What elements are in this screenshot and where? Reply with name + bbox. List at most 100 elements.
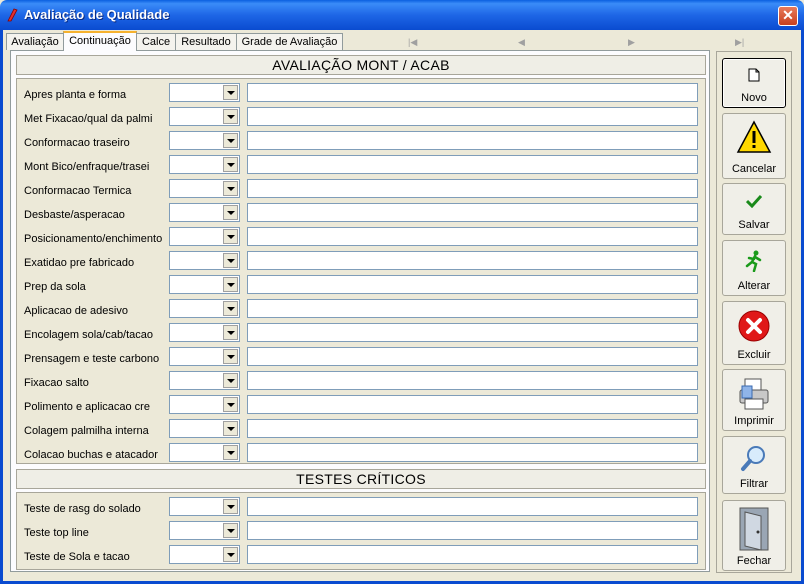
- imprimir-button[interactable]: Imprimir: [722, 369, 786, 431]
- observation-input[interactable]: [247, 155, 698, 174]
- observation-input[interactable]: [247, 179, 698, 198]
- form-row: Apres planta e forma: [17, 83, 705, 105]
- observation-input[interactable]: [247, 371, 698, 390]
- fechar-label: Fechar: [736, 555, 772, 567]
- grade-select[interactable]: [169, 419, 240, 438]
- chevron-down-icon[interactable]: [223, 499, 238, 514]
- chevron-down-icon[interactable]: [223, 133, 238, 148]
- observation-input[interactable]: [247, 545, 698, 564]
- filtrar-label: Filtrar: [739, 478, 769, 490]
- row-label: Encolagem sola/cab/tacao: [24, 329, 154, 341]
- delete-icon: [738, 310, 770, 342]
- app-icon: [7, 8, 18, 22]
- grade-select[interactable]: [169, 203, 240, 222]
- observation-input[interactable]: [247, 497, 698, 516]
- row-label: Desbaste/asperacao: [24, 209, 125, 221]
- grade-select[interactable]: [169, 275, 240, 294]
- chevron-down-icon[interactable]: [223, 181, 238, 196]
- observation-input[interactable]: [247, 443, 698, 462]
- chevron-down-icon[interactable]: [223, 547, 238, 562]
- chevron-down-icon[interactable]: [223, 229, 238, 244]
- chevron-down-icon[interactable]: [223, 397, 238, 412]
- novo-button[interactable]: Novo: [722, 58, 786, 108]
- grade-select[interactable]: [169, 395, 240, 414]
- grade-select[interactable]: [169, 497, 240, 516]
- row-label: Conformacao traseiro: [24, 137, 130, 149]
- observation-input[interactable]: [247, 107, 698, 126]
- observation-input[interactable]: [247, 323, 698, 342]
- cancelar-label: Cancelar: [731, 163, 777, 175]
- chevron-down-icon[interactable]: [223, 253, 238, 268]
- chevron-down-icon[interactable]: [223, 85, 238, 100]
- grade-select[interactable]: [169, 371, 240, 390]
- observation-input[interactable]: [247, 521, 698, 540]
- form-row: Teste de Sola e tacao: [17, 545, 705, 567]
- chevron-down-icon[interactable]: [223, 445, 238, 460]
- tab-avaliacao[interactable]: Avaliação: [6, 33, 64, 50]
- tab-grade-de-avaliacao[interactable]: Grade de Avaliação: [236, 33, 343, 50]
- grade-select[interactable]: [169, 347, 240, 366]
- grade-select[interactable]: [169, 227, 240, 246]
- form-row: Colacao buchas e atacador: [17, 443, 705, 465]
- last-record-icon[interactable]: ▶|: [735, 37, 745, 47]
- observation-input[interactable]: [247, 83, 698, 102]
- grade-select[interactable]: [169, 323, 240, 342]
- salvar-button[interactable]: Salvar: [722, 183, 786, 235]
- chevron-down-icon[interactable]: [223, 325, 238, 340]
- first-record-icon[interactable]: |◀: [408, 37, 418, 47]
- grade-select[interactable]: [169, 83, 240, 102]
- grade-select[interactable]: [169, 131, 240, 150]
- alterar-button[interactable]: Alterar: [722, 240, 786, 296]
- tab-calce[interactable]: Calce: [136, 33, 176, 50]
- grade-select[interactable]: [169, 251, 240, 270]
- chevron-down-icon[interactable]: [223, 109, 238, 124]
- observation-input[interactable]: [247, 275, 698, 294]
- form-row: Polimento e aplicacao cre: [17, 395, 705, 417]
- row-label: Aplicacao de adesivo: [24, 305, 128, 317]
- excluir-button[interactable]: Excluir: [722, 301, 786, 365]
- tab-resultado[interactable]: Resultado: [175, 33, 237, 50]
- chevron-down-icon[interactable]: [223, 301, 238, 316]
- observation-input[interactable]: [247, 203, 698, 222]
- chevron-down-icon[interactable]: [223, 373, 238, 388]
- observation-input[interactable]: [247, 347, 698, 366]
- row-label: Apres planta e forma: [24, 89, 127, 101]
- chevron-down-icon[interactable]: [223, 205, 238, 220]
- observation-input[interactable]: [247, 131, 698, 150]
- imprimir-label: Imprimir: [734, 415, 774, 427]
- tab-continuacao[interactable]: Continuação: [63, 31, 137, 51]
- row-label: Met Fixacao/qual da palmi: [24, 113, 153, 125]
- grade-select[interactable]: [169, 179, 240, 198]
- observation-input[interactable]: [247, 395, 698, 414]
- grade-select[interactable]: [169, 155, 240, 174]
- observation-input[interactable]: [247, 299, 698, 318]
- form-row: Desbaste/asperacao: [17, 203, 705, 225]
- next-record-icon[interactable]: ▶: [628, 37, 638, 47]
- close-button[interactable]: ✕: [778, 6, 798, 26]
- grade-select[interactable]: [169, 545, 240, 564]
- row-label: Colacao buchas e atacador: [24, 449, 158, 461]
- row-label: Polimento e aplicacao cre: [24, 401, 150, 413]
- title-bar: Avaliação de Qualidade ✕: [0, 0, 804, 30]
- grade-select[interactable]: [169, 521, 240, 540]
- chevron-down-icon[interactable]: [223, 421, 238, 436]
- observation-input[interactable]: [247, 251, 698, 270]
- grade-select[interactable]: [169, 107, 240, 126]
- prev-record-icon[interactable]: ◀: [518, 37, 528, 47]
- grade-select[interactable]: [169, 443, 240, 462]
- cancelar-button[interactable]: Cancelar: [722, 113, 786, 179]
- fechar-button[interactable]: Fechar: [722, 500, 786, 571]
- observation-input[interactable]: [247, 419, 698, 438]
- observation-input[interactable]: [247, 227, 698, 246]
- row-label: Colagem palmilha interna: [24, 425, 149, 437]
- filtrar-button[interactable]: Filtrar: [722, 436, 786, 494]
- form-row: Teste de rasg do solado: [17, 497, 705, 519]
- chevron-down-icon[interactable]: [223, 523, 238, 538]
- form-row: Encolagem sola/cab/tacao: [17, 323, 705, 345]
- grade-select[interactable]: [169, 299, 240, 318]
- new-document-icon: [748, 68, 760, 82]
- chevron-down-icon[interactable]: [223, 157, 238, 172]
- close-icon: ✕: [782, 7, 794, 23]
- chevron-down-icon[interactable]: [223, 349, 238, 364]
- chevron-down-icon[interactable]: [223, 277, 238, 292]
